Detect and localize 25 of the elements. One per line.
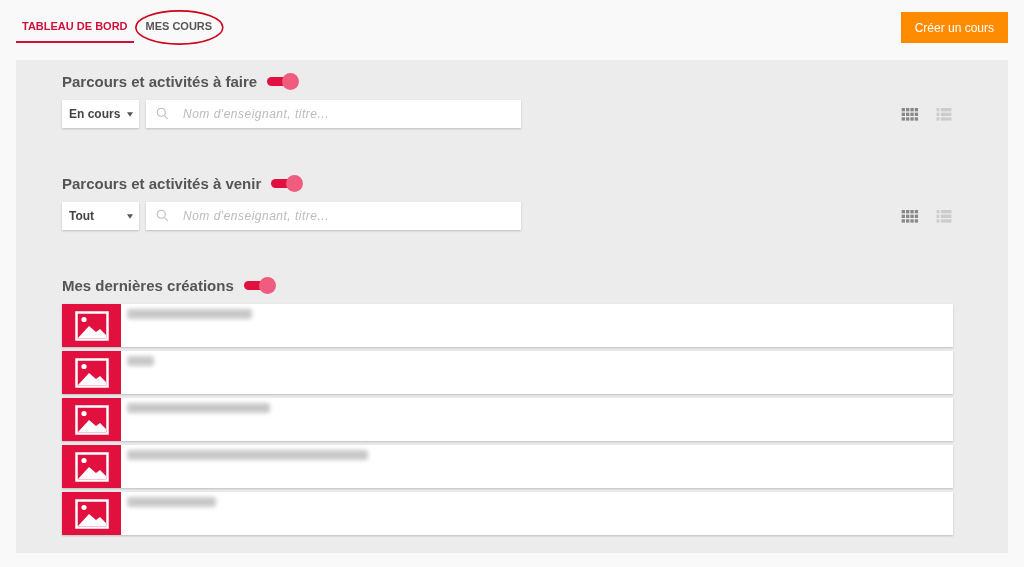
tab[interactable]: TABLEAU DE BORD [16,12,134,43]
section-title: Parcours et activités à venir [62,174,262,192]
search-icon [156,209,169,222]
status-dropdown[interactable]: Tout [62,202,139,230]
course-card[interactable] [62,351,953,394]
course-card[interactable] [62,304,953,347]
status-dropdown[interactable]: En cours [62,100,139,128]
image-placeholder-icon [62,492,121,535]
image-placeholder-icon [62,351,121,394]
caret-icon [127,111,133,117]
caret-icon [127,213,133,219]
search-icon [156,107,169,120]
section-title: Parcours et activités à faire [62,72,258,90]
image-placeholder-icon [62,445,121,488]
blurred-title [127,356,154,366]
search-field[interactable]: Nom d'enseignant, titre... [146,100,521,128]
grid-view-icon[interactable] [901,107,919,121]
section-title: Mes dernières créations [62,276,234,294]
image-placeholder-icon [62,304,121,347]
grid-view-icon[interactable] [901,209,919,223]
course-card[interactable] [62,492,953,535]
search-field[interactable]: Nom d'enseignant, titre... [146,202,521,230]
image-placeholder-icon [62,398,121,441]
course-card[interactable] [62,398,953,441]
course-card[interactable] [62,445,953,488]
